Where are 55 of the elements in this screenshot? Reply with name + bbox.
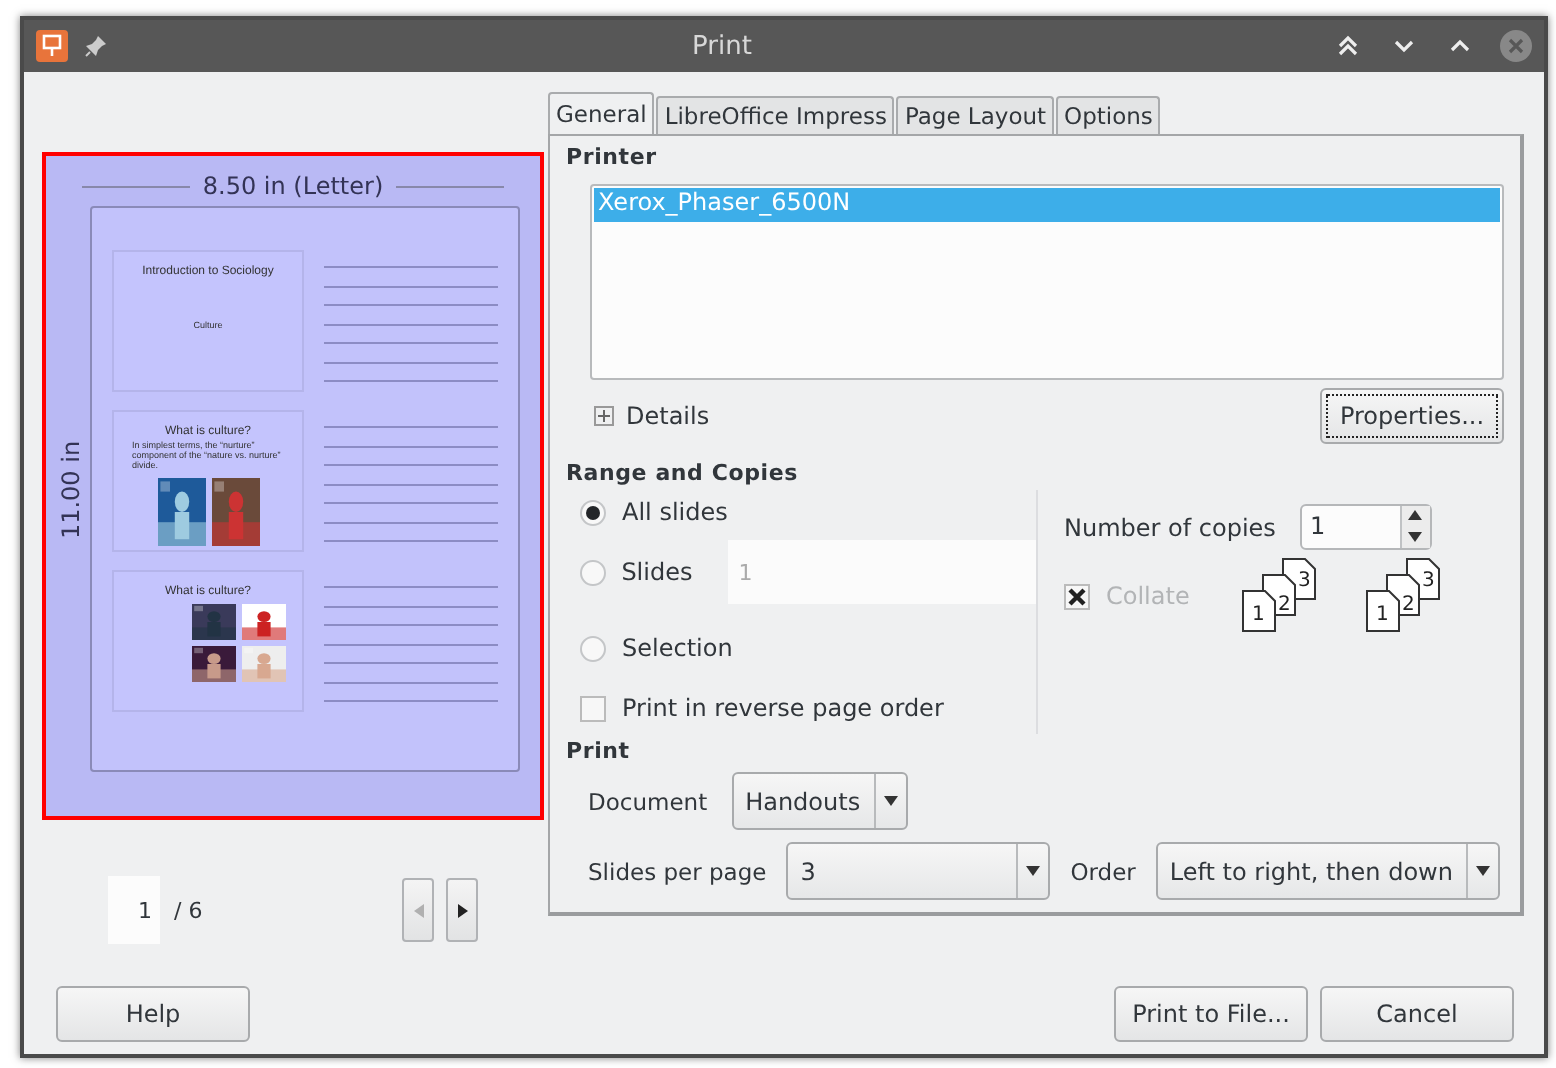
page-number: 2 — [1402, 596, 1415, 617]
properties-button[interactable]: Properties... — [1320, 388, 1504, 445]
slides-per-page-label: Slides per page — [588, 857, 767, 886]
copies-label: Number of copies — [1064, 513, 1276, 542]
section-heading: Range and Copies — [566, 460, 800, 487]
dropdown-arrow-icon — [1026, 864, 1041, 879]
page-total: / 6 — [174, 897, 203, 924]
page-number: 3 — [1298, 572, 1311, 593]
slides-per-page-dropdown[interactable]: 3 — [786, 842, 1051, 901]
tab[interactable]: General — [548, 92, 655, 135]
next-page-button[interactable] — [446, 878, 479, 943]
copies-spinbox[interactable]: 1 — [1299, 504, 1432, 551]
details-expander[interactable]: Details — [594, 402, 710, 431]
document-label: Document — [588, 787, 708, 816]
checkbox-label: Print in reverse page order — [622, 694, 944, 723]
tab[interactable]: Options — [1056, 96, 1161, 135]
up-arrow-icon — [1408, 508, 1423, 523]
checkbox[interactable] — [580, 695, 606, 722]
window-title: Print — [690, 31, 754, 62]
page-number-field[interactable]: 1 — [108, 876, 160, 945]
page-number: 3 — [1422, 572, 1435, 593]
page-number: 2 — [1278, 596, 1291, 617]
dialog-button[interactable]: Cancel — [1320, 986, 1514, 1043]
down-arrow-icon — [1408, 529, 1423, 544]
radio-button[interactable] — [580, 499, 606, 526]
dropdown-arrow-icon — [1475, 864, 1490, 879]
pin-icon[interactable] — [84, 34, 108, 59]
expand-icon — [594, 406, 614, 427]
left-arrow-icon — [411, 903, 426, 918]
cross-mark-icon — [1068, 587, 1086, 606]
page-width-label: 8.50 in (Letter) — [202, 172, 384, 201]
radio-button[interactable] — [580, 635, 606, 662]
app-icon — [36, 30, 68, 63]
page-number: 1 — [1376, 606, 1389, 627]
tab[interactable]: Page Layout — [896, 96, 1055, 135]
order-label: Order — [1070, 857, 1136, 886]
order-dropdown[interactable]: Left to right, then down — [1155, 842, 1500, 901]
section-heading: Printer — [566, 144, 659, 171]
section-heading: Print — [566, 738, 632, 765]
tab[interactable]: LibreOffice Impress — [656, 96, 895, 135]
dialog-button[interactable]: Print to File... — [1114, 986, 1308, 1043]
radio-button[interactable] — [580, 559, 606, 586]
dialog-button[interactable]: Help — [56, 986, 250, 1043]
radio-label: Slides — [621, 558, 693, 587]
keep-above-icon[interactable] — [1336, 34, 1360, 59]
radio-label: Selection — [622, 634, 733, 663]
document-dropdown[interactable]: Handouts — [731, 772, 908, 831]
dropdown-arrow-icon — [883, 794, 898, 809]
checkbox-label: Collate — [1106, 582, 1192, 611]
page-stack-icon — [1242, 558, 1318, 635]
page-number: 1 — [1252, 606, 1265, 627]
page-stack-icon — [1366, 558, 1442, 635]
right-arrow-icon — [455, 903, 470, 918]
radio-label: All slides — [622, 498, 728, 527]
page-height-label: 11.00 in — [58, 440, 86, 539]
